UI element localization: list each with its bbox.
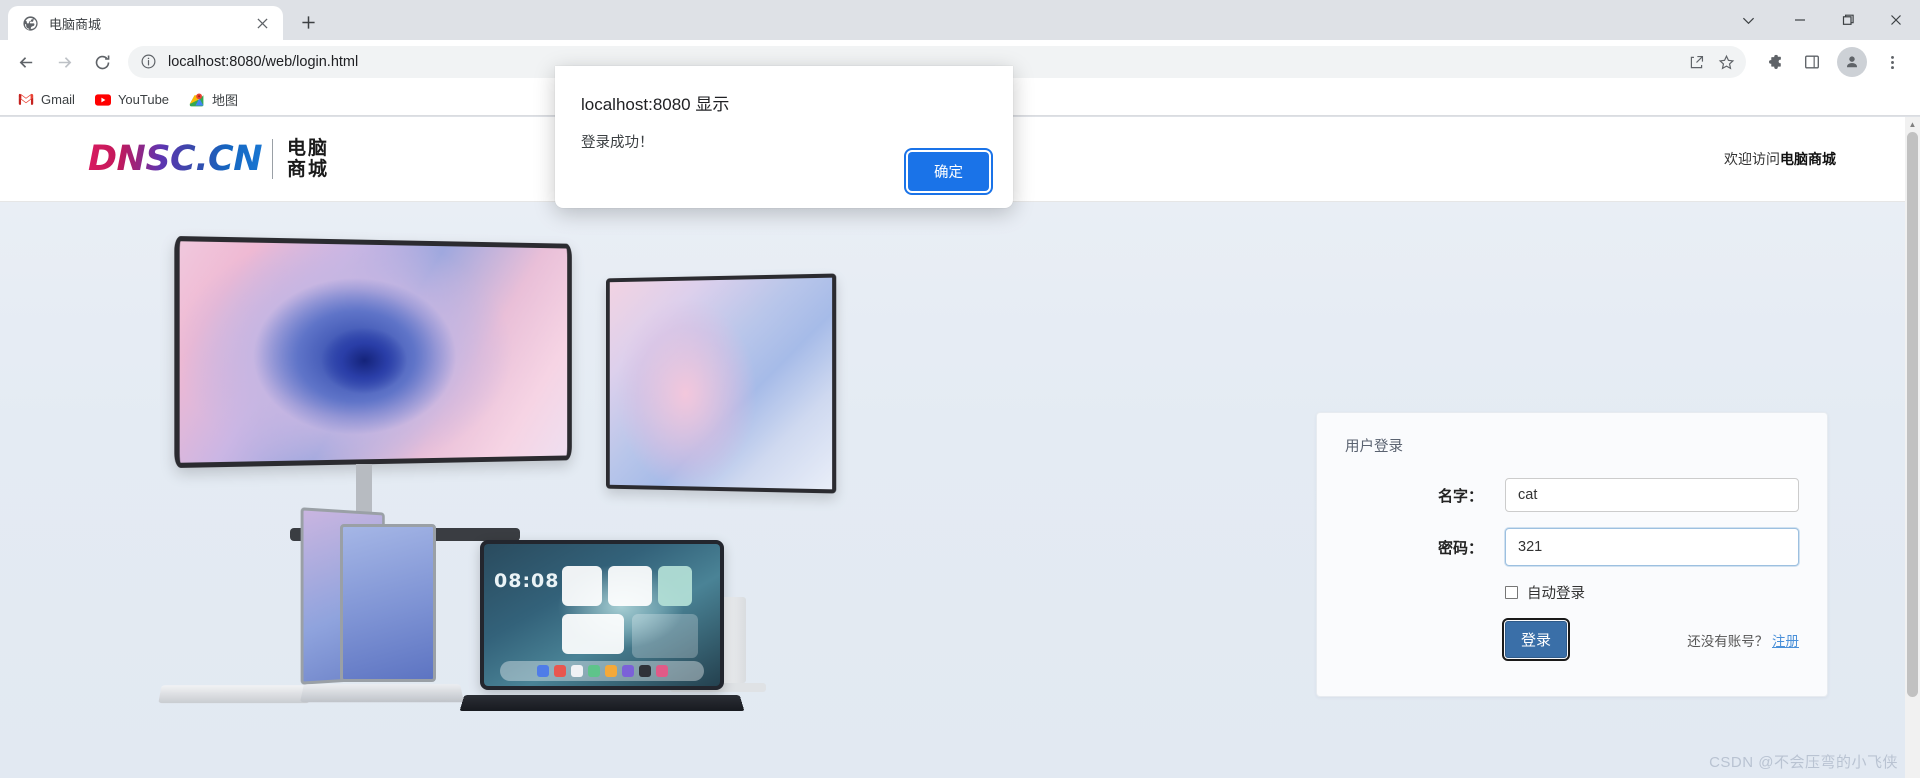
dialog-ok-button[interactable]: 确定 bbox=[908, 152, 989, 191]
dialog-layer: localhost:8080 显示 登录成功！ 确定 bbox=[0, 0, 1920, 778]
dialog-actions: 确定 bbox=[908, 152, 989, 191]
javascript-alert-dialog: localhost:8080 显示 登录成功！ 确定 bbox=[555, 66, 1013, 208]
dialog-origin-title: localhost:8080 显示 bbox=[581, 95, 730, 114]
dialog-message: 登录成功！ bbox=[581, 135, 654, 151]
browser-window: 电脑商城 localhost:8080/web/login.html Gmail… bbox=[0, 0, 1920, 778]
